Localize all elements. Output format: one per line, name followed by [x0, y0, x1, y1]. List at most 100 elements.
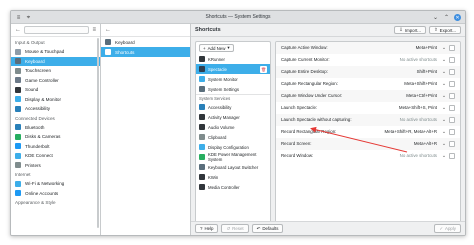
sidebar-item-label: KDE Connect [25, 153, 53, 159]
shortcut-checkbox[interactable] [449, 128, 455, 135]
sidebar-item-bluetooth[interactable]: Bluetooth [11, 123, 100, 133]
sidebar-item-touchscreen[interactable]: Touchscreen [11, 66, 100, 76]
shortcut-checkbox[interactable] [449, 68, 455, 75]
shortcut-row[interactable]: Capture Active Window: Meta+Print ⌄ [276, 42, 460, 54]
app-menu-icon[interactable]: ≡ [15, 14, 22, 21]
chevron-down-icon[interactable]: ⌄ [441, 117, 447, 123]
sidebar-scrollbar[interactable] [97, 38, 99, 228]
component-item-activity-manager[interactable]: Activity Manager [196, 112, 270, 122]
chevron-down-icon[interactable]: ⌄ [441, 57, 447, 63]
sidebar-item-printers[interactable]: Printers [11, 161, 100, 171]
delete-icon[interactable]: 🗑 [260, 65, 267, 73]
shortcut-row[interactable]: Capture Window Under Cursor: Meta+Ctrl+Pr… [276, 90, 460, 102]
speaker-icon [15, 86, 21, 93]
component-item-accessibility[interactable]: Accessibility [196, 102, 270, 112]
component-item-system-settings[interactable]: System Settings [196, 84, 270, 94]
component-item-media-controller[interactable]: Media Controller [196, 182, 270, 192]
shortcut-checkbox[interactable] [449, 56, 455, 63]
component-item-system-monitor[interactable]: System Monitor [196, 74, 270, 84]
minimize-icon[interactable]: ⌄ [432, 14, 439, 21]
maximize-icon[interactable]: ⌃ [443, 14, 450, 21]
component-item-krunner[interactable]: KRunner [196, 54, 270, 64]
add-new-button[interactable]: + Add New ▾ [199, 44, 234, 52]
component-item-spectacle[interactable]: Spectacle 🗑 [196, 64, 270, 74]
import-button[interactable]: ⇩ Import... [394, 26, 426, 34]
shortcut-keys: No active shortcuts [399, 117, 437, 122]
shortcut-checkbox[interactable] [449, 140, 455, 147]
chevron-down-icon: ▾ [227, 45, 230, 50]
sidebar-item-online-accounts[interactable]: Online Accounts [11, 189, 100, 199]
sidebar-item-game-controller[interactable]: Game Controller [11, 76, 100, 86]
apply-button[interactable]: ✓ Apply [434, 224, 461, 233]
sidebar-item-keyboard[interactable]: Keyboard [11, 56, 100, 66]
subpanel-item-keyboard[interactable]: Keyboard [101, 37, 190, 47]
sidebar-item-thunderbolt[interactable]: Thunderbolt [11, 142, 100, 152]
component-item-label: Display Configuration [208, 144, 249, 150]
sidebar-list: Input & Output Mouse & Touchpad Keyboard To… [11, 37, 100, 207]
chevron-down-icon[interactable]: ⌄ [441, 105, 447, 111]
defaults-icon: ↶ [256, 225, 261, 231]
keyboard-icon [15, 58, 21, 65]
component-item-audio-volume[interactable]: Audio Volume [196, 122, 270, 132]
help-button[interactable]: ? Help [195, 224, 219, 233]
sidebar-search-input[interactable] [24, 26, 90, 34]
pin-icon[interactable]: ⌖ [25, 14, 32, 21]
export-button[interactable]: ⇧ Export... [428, 26, 461, 34]
chevron-down-icon[interactable]: ⌄ [441, 129, 447, 135]
back-arrow-icon[interactable]: ← [15, 27, 21, 33]
power-icon [199, 154, 205, 160]
component-item-display-configuration[interactable]: Display Configuration [196, 142, 270, 152]
shortcut-checkbox[interactable] [449, 44, 455, 51]
sidebar-item-kde-connect[interactable]: KDE Connect [11, 151, 100, 161]
sidebar-item-disks-cameras[interactable]: Disks & Cameras [11, 132, 100, 142]
plus-icon: + [203, 45, 206, 51]
apply-button-label: Apply [445, 226, 456, 231]
sidebar-item-sound[interactable]: Sound [11, 85, 100, 95]
shortcut-row[interactable]: Launch Spectacle without capturing: No ac… [276, 114, 460, 126]
keyboard-icon [105, 39, 111, 45]
chevron-down-icon[interactable]: ⌄ [441, 81, 447, 87]
shortcut-row[interactable]: Capture Current Monitor: No active shortc… [276, 54, 460, 66]
sidebar-item-mouse-touchpad[interactable]: Mouse & Touchpad [11, 47, 100, 57]
hamburger-menu-icon[interactable]: ≡ [92, 27, 96, 33]
shortcut-checkbox[interactable] [449, 92, 455, 99]
component-item-label: Keyboard Layout Switcher [208, 164, 259, 170]
sidebar-item-accessibility[interactable]: Accessibility [11, 104, 100, 114]
shortcut-checkbox[interactable] [449, 152, 455, 159]
shortcuts-icon [105, 49, 111, 55]
shortcut-action-name: Record Window: [281, 153, 314, 158]
sidebar-item-display-monitor[interactable]: Display & Monitor [11, 95, 100, 105]
system-settings-window: ≡ ⌖ Shortcuts — System Settings ⌄ ⌃ ✕ ← … [10, 10, 466, 236]
export-button-label: Export... [439, 27, 456, 33]
sidebar-item-wi-fi-networking[interactable]: Wi-Fi & Networking [11, 179, 100, 189]
shortcut-row[interactable]: Record Window: No active shortcuts ⌄ [276, 150, 460, 162]
component-item-kwin[interactable]: KWin [196, 172, 270, 182]
subpanel-header: ← [101, 24, 190, 37]
component-item-clipboard[interactable]: Clipboard [196, 132, 270, 142]
back-arrow-icon[interactable]: ← [105, 27, 111, 33]
shortcut-checkbox[interactable] [449, 80, 455, 87]
shortcut-row[interactable]: Record Screen: Meta+Alt+R ⌄ [276, 138, 460, 150]
component-item-kde-power-management-system[interactable]: KDE Power Management System [196, 152, 270, 162]
chevron-down-icon[interactable]: ⌄ [441, 69, 447, 75]
chevron-down-icon[interactable]: ⌄ [441, 141, 447, 147]
chevron-down-icon[interactable]: ⌄ [441, 45, 447, 51]
shortcut-checkbox[interactable] [449, 104, 455, 111]
sidebar-item-label: Bluetooth [25, 124, 45, 130]
component-item-label: KWin [208, 174, 219, 180]
close-icon[interactable]: ✕ [454, 14, 461, 21]
shortcut-row[interactable]: Launch Spectacle: Meta+Shift+S, Print ⌄ [276, 102, 460, 114]
shortcut-row[interactable]: Capture Entire Desktop: Shift+Print ⌄ [276, 66, 460, 78]
subpanel-item-shortcuts[interactable]: Shortcuts [101, 47, 190, 57]
component-item-keyboard-layout-switcher[interactable]: Keyboard Layout Switcher [196, 162, 270, 172]
chevron-down-icon[interactable]: ⌄ [441, 93, 447, 99]
defaults-button[interactable]: ↶ Defaults [251, 224, 284, 233]
shortcut-action-name: Record Screen: [281, 141, 312, 146]
shortcut-row[interactable]: Capture Rectangular Region: Meta+Shift+Pr… [276, 78, 460, 90]
titlebar-left-buttons: ≡ ⌖ [15, 14, 32, 21]
shortcut-row[interactable]: Record Rectangular Region: Meta+Shift+R, … [276, 126, 460, 138]
sidebar-section-title: Internet [15, 172, 31, 177]
chevron-down-icon[interactable]: ⌄ [441, 153, 447, 159]
shortcut-checkbox[interactable] [449, 116, 455, 123]
reset-button[interactable]: ↺ Reset [221, 224, 249, 233]
